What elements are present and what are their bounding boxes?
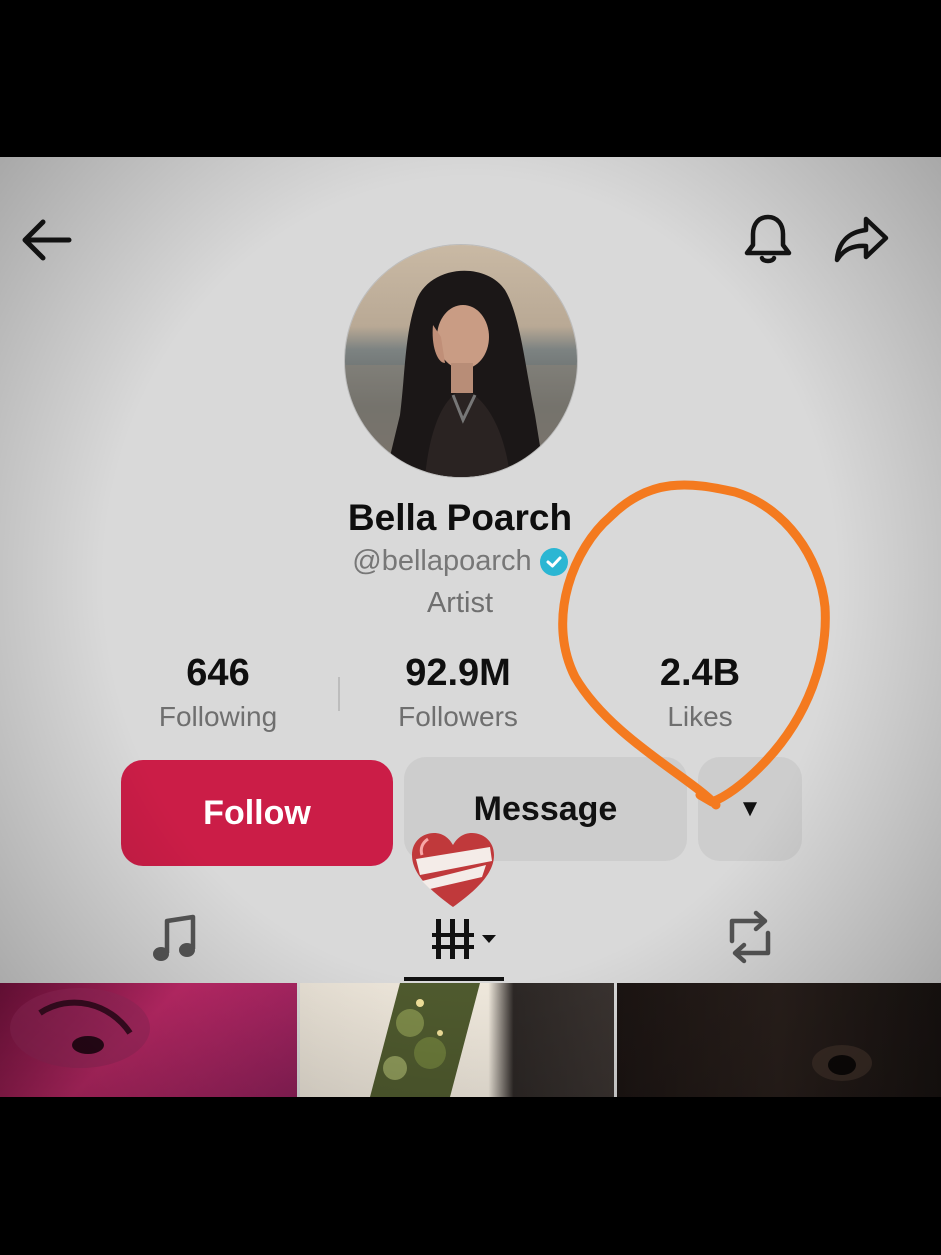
music-note-icon (153, 914, 196, 961)
profile-handle: @bellapoarch (352, 545, 532, 577)
profile-category: Artist (426, 587, 494, 619)
repost-icon (729, 910, 771, 964)
active-tab-indicator (404, 977, 504, 981)
tab-reposts[interactable] (712, 903, 788, 971)
stat-followers[interactable]: 92.9M Followers (348, 652, 568, 733)
likes-label: Likes (667, 701, 733, 732)
tab-videos[interactable] (415, 907, 510, 971)
following-label: Following (158, 701, 278, 732)
profile-screen: Bella Poarch @bellapoarch Artist 646 Fol… (0, 157, 941, 1097)
video-thumbnail[interactable] (300, 983, 614, 1097)
handle-row: @bellapoarch (0, 545, 920, 578)
grid-bars-icon (431, 919, 496, 959)
video-thumbnail[interactable] (0, 983, 297, 1097)
profile-avatar[interactable] (345, 245, 577, 477)
notification-bell-button[interactable] (738, 209, 798, 269)
likes-count: 2.4B (659, 652, 741, 694)
following-count: 646 (186, 652, 250, 694)
more-options-button[interactable]: ▼ (698, 757, 802, 861)
verified-check-icon (539, 547, 568, 576)
bell-icon (744, 214, 792, 264)
back-button[interactable] (18, 215, 74, 265)
follow-button[interactable]: Follow (121, 760, 393, 866)
video-thumbnail[interactable] (617, 983, 941, 1097)
followers-count: 92.9M (405, 652, 511, 694)
stat-divider (338, 677, 340, 711)
followers-label: Followers (398, 701, 518, 732)
avatar-photo (345, 245, 577, 477)
bandaged-heart-icon (408, 829, 498, 911)
chevron-down-icon: ▼ (738, 795, 762, 822)
profile-name: Bella Poarch (347, 497, 573, 538)
share-button[interactable] (830, 209, 892, 269)
tab-music[interactable] (140, 907, 210, 971)
arrow-left-icon (22, 219, 72, 261)
stat-likes: 2.4B Likes (590, 652, 810, 733)
share-arrow-icon (834, 216, 889, 263)
stat-following[interactable]: 646 Following (108, 652, 328, 733)
